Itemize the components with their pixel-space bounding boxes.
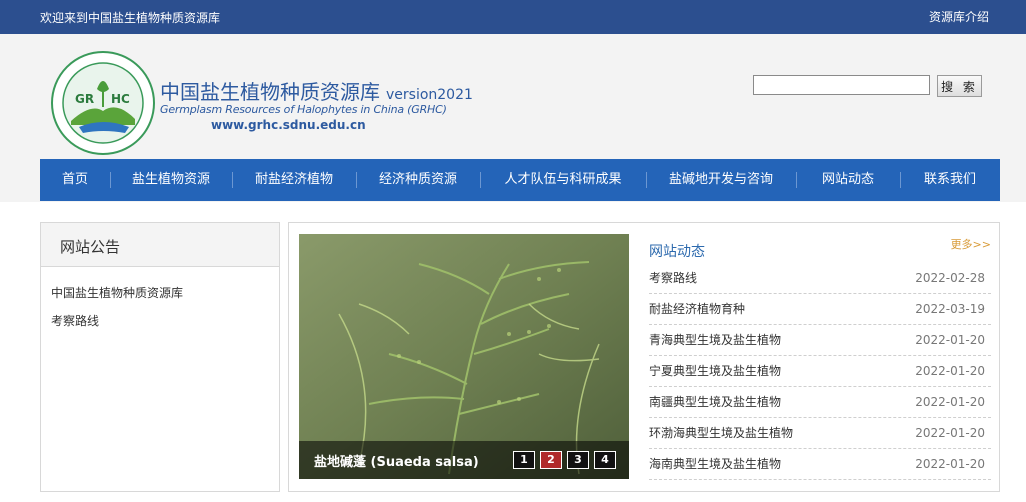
search-button[interactable]: 搜 索 — [937, 75, 982, 97]
nav-item-site-news[interactable]: 网站动态 — [796, 159, 900, 201]
main-nav: 首页 盐生植物资源 耐盐经济植物 经济种质资源 人才队伍与科研成果 盐碱地开发与… — [40, 159, 1000, 201]
news-more-link[interactable]: 更多>> — [951, 236, 991, 252]
site-logo[interactable]: GR HC — [51, 51, 155, 155]
nav-item-home[interactable]: 首页 — [40, 159, 110, 201]
top-bar: 欢迎来到中国盐生植物种质资源库 资源库介绍 — [0, 0, 1026, 34]
news-item[interactable]: 环渤海典型生境及盐生植物 2022-01-20 — [649, 418, 991, 449]
news-item[interactable]: 南疆典型生境及盐生植物 2022-01-20 — [649, 387, 991, 418]
notice-item[interactable]: 考察路线 — [51, 308, 269, 336]
news-item-date: 2022-01-20 — [915, 333, 985, 347]
slide-page-button-active[interactable]: 2 — [540, 451, 562, 469]
nav-item-contact[interactable]: 联系我们 — [900, 159, 1000, 201]
notice-panel: 网站公告 中国盐生植物种质资源库 考察路线 — [40, 222, 280, 492]
news-item-date: 2022-02-28 — [915, 271, 985, 285]
slideshow-caption: 盐地碱蓬 (Suaeda salsa) — [314, 455, 479, 470]
logo-letters-left: GR — [75, 92, 94, 106]
news-title: 网站动态 — [649, 244, 705, 260]
news-item-title[interactable]: 耐盐经济植物育种 — [649, 294, 745, 324]
nav-item-economic-germplasm[interactable]: 经济种质资源 — [356, 159, 480, 201]
site-title: 中国盐生植物种质资源库 version2021 — [160, 76, 473, 105]
welcome-text: 欢迎来到中国盐生植物种质资源库 — [40, 11, 221, 25]
nav-item-talent-research[interactable]: 人才队伍与科研成果 — [480, 159, 646, 201]
notice-item[interactable]: 中国盐生植物种质资源库 — [51, 280, 269, 308]
news-item-date: 2022-01-20 — [915, 364, 985, 378]
news-item[interactable]: 海南典型生境及盐生植物 2022-01-20 — [649, 449, 991, 480]
slide-page-button[interactable]: 1 — [513, 451, 535, 469]
news-item[interactable]: 青海典型生境及盐生植物 2022-01-20 — [649, 325, 991, 356]
news-item-title[interactable]: 宁夏典型生境及盐生植物 — [649, 356, 781, 386]
news-item[interactable]: 耐盐经济植物育种 2022-03-19 — [649, 294, 991, 325]
main-panel: 盐地碱蓬 (Suaeda salsa) 1 2 3 4 网站动态 更多>> 考察… — [288, 222, 1000, 492]
slide-page-button[interactable]: 4 — [594, 451, 616, 469]
site-english-name: Germplasm Resources of Halophytes in Chi… — [160, 103, 447, 116]
slideshow-pager: 1 2 3 4 — [513, 451, 616, 469]
notice-header: 网站公告 — [41, 223, 279, 267]
site-url: www.grhc.sdnu.edu.cn — [211, 118, 366, 132]
news-list: 考察路线 2022-02-28 耐盐经济植物育种 2022-03-19 青海典型生境… — [649, 263, 991, 480]
news-item-date: 2022-01-20 — [915, 457, 985, 471]
logo-letters-right: HC — [111, 92, 130, 106]
nav-item-saline-land-consulting[interactable]: 盐碱地开发与咨询 — [646, 159, 796, 201]
news-item-date: 2022-03-19 — [915, 302, 985, 316]
site-version: version2021 — [386, 87, 473, 103]
site-title-text: 中国盐生植物种质资源库 — [160, 80, 380, 104]
photo-slideshow[interactable]: 盐地碱蓬 (Suaeda salsa) 1 2 3 4 — [299, 234, 629, 479]
news-item-title[interactable]: 海南典型生境及盐生植物 — [649, 449, 781, 479]
resource-intro-link[interactable]: 资源库介绍 — [929, 8, 989, 25]
news-item-date: 2022-01-20 — [915, 395, 985, 409]
news-item-title[interactable]: 南疆典型生境及盐生植物 — [649, 387, 781, 417]
slideshow-caption-bar: 盐地碱蓬 (Suaeda salsa) 1 2 3 4 — [299, 441, 629, 479]
nav-item-salt-tolerant-plants[interactable]: 耐盐经济植物 — [232, 159, 356, 201]
news-item[interactable]: 考察路线 2022-02-28 — [649, 263, 991, 294]
news-item[interactable]: 宁夏典型生境及盐生植物 2022-01-20 — [649, 356, 991, 387]
news-item-title[interactable]: 考察路线 — [649, 263, 697, 293]
news-item-title[interactable]: 青海典型生境及盐生植物 — [649, 325, 781, 355]
notice-list: 中国盐生植物种质资源库 考察路线 — [41, 267, 279, 336]
search-input[interactable] — [753, 75, 930, 95]
news-item-date: 2022-01-20 — [915, 426, 985, 440]
slide-page-button[interactable]: 3 — [567, 451, 589, 469]
nav-item-halophyte-resources[interactable]: 盐生植物资源 — [110, 159, 232, 201]
news-item-title[interactable]: 环渤海典型生境及盐生植物 — [649, 418, 793, 448]
notice-title: 网站公告 — [60, 238, 121, 256]
